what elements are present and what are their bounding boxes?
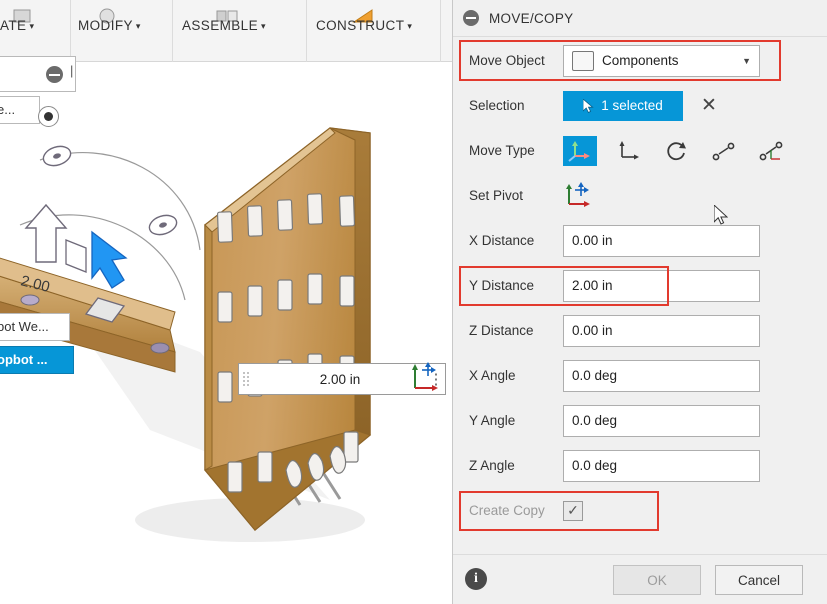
- canvas-distance-value[interactable]: 2.00 in: [253, 372, 427, 387]
- selection-button[interactable]: 1 selected: [563, 90, 683, 121]
- z-distance-input[interactable]: 0.00 in: [563, 314, 760, 347]
- row-selection[interactable]: Selection 1 selected ✕: [453, 83, 827, 128]
- x-distance-value: 0.00 in: [572, 233, 613, 248]
- z-angle-label: Z Angle: [469, 458, 515, 473]
- chevron-down-icon[interactable]: ▼: [742, 56, 751, 66]
- dialog-title: MOVE/COPY: [489, 10, 574, 26]
- cancel-button[interactable]: Cancel: [715, 565, 803, 595]
- y-angle-value: 0.0 deg: [572, 413, 618, 428]
- browser-item-bot-we[interactable]: bot We...: [0, 313, 70, 341]
- cursor-icon: [583, 98, 594, 113]
- ok-button-label: OK: [647, 572, 667, 588]
- move-type-point-to-point[interactable]: [707, 136, 741, 166]
- browser-item-opbot-selected[interactable]: opbot ...: [0, 346, 74, 374]
- row-x-distance[interactable]: X Distance 0.00 in: [453, 218, 827, 263]
- set-pivot-label: Set Pivot: [469, 188, 524, 203]
- clear-selection-icon[interactable]: ✕: [701, 96, 717, 115]
- y-distance-label: Y Distance: [469, 278, 535, 293]
- chevron-down-icon: ▾: [29, 20, 35, 31]
- toolbar-divider: [172, 0, 173, 62]
- row-move-object[interactable]: Move Object Components ▼: [453, 38, 827, 83]
- toolbar-divider: [440, 0, 441, 62]
- row-z-distance[interactable]: Z Distance 0.00 in: [453, 308, 827, 353]
- z-angle-input[interactable]: 0.0 deg: [563, 449, 760, 482]
- chevron-down-icon: ▾: [260, 20, 266, 31]
- toolbar-item-label: MODIFY: [78, 18, 133, 33]
- move-object-label: Move Object: [469, 53, 545, 68]
- cancel-button-label: Cancel: [737, 572, 781, 588]
- move-type-label: Move Type: [469, 143, 535, 158]
- 3d-viewport[interactable]: 2.00 ATE ▾ MODIFY ▾ ASSEMBLE ▾ CONSTRUCT…: [0, 0, 452, 604]
- x-angle-input[interactable]: 0.0 deg: [563, 359, 760, 392]
- toolbar-item-modify[interactable]: MODIFY ▾: [78, 18, 141, 33]
- browser-item-label: e...: [0, 102, 16, 117]
- row-create-copy[interactable]: Create Copy ✓: [453, 488, 827, 533]
- z-distance-value: 0.00 in: [572, 323, 613, 338]
- floating-toolbar-panel[interactable]: [0, 56, 76, 92]
- visibility-toggle-icon[interactable]: [38, 106, 59, 127]
- dialog-title-bar[interactable]: MOVE/COPY: [453, 0, 827, 37]
- move-type-translate-xyz[interactable]: [563, 135, 597, 166]
- y-angle-label: Y Angle: [469, 413, 516, 428]
- toolbar-item-label: ASSEMBLE: [182, 18, 258, 33]
- info-icon[interactable]: i: [465, 568, 487, 590]
- toolbar-item-create[interactable]: ATE ▾: [0, 18, 34, 33]
- row-set-pivot[interactable]: Set Pivot: [453, 173, 827, 218]
- row-y-distance[interactable]: Y Distance 2.00 in: [453, 263, 827, 308]
- create-copy-checkbox[interactable]: ✓: [563, 500, 583, 521]
- browser-item-component[interactable]: e...: [0, 96, 40, 124]
- toolbar-item-assemble[interactable]: ASSEMBLE ▾: [182, 18, 266, 33]
- chevron-down-icon: ▾: [407, 20, 413, 31]
- toolbar-item-label: CONSTRUCT: [316, 18, 405, 33]
- mouse-cursor: [714, 205, 728, 225]
- collapse-icon[interactable]: [463, 10, 479, 26]
- selection-label: Selection: [469, 98, 525, 113]
- drag-handle-icon[interactable]: [239, 364, 253, 394]
- browser-item-label: opbot ...: [0, 352, 48, 367]
- move-type-rotate[interactable]: [659, 136, 693, 166]
- row-y-angle[interactable]: Y Angle 0.0 deg: [453, 398, 827, 443]
- browser-item-label: bot We...: [0, 319, 49, 334]
- x-angle-value: 0.0 deg: [572, 368, 618, 383]
- set-pivot-icon[interactable]: [563, 181, 593, 210]
- ok-button[interactable]: OK: [613, 565, 701, 595]
- move-object-select[interactable]: Components ▼: [563, 44, 760, 77]
- toolbar-item-construct[interactable]: CONSTRUCT ▾: [316, 18, 412, 33]
- move-object-value: Components: [602, 53, 679, 68]
- row-z-angle[interactable]: Z Angle 0.0 deg: [453, 443, 827, 488]
- y-distance-value: 2.00 in: [572, 278, 613, 293]
- chevron-down-icon: ▾: [135, 20, 141, 31]
- row-move-type[interactable]: Move Type: [453, 128, 827, 173]
- z-distance-label: Z Distance: [469, 323, 534, 338]
- toolbar-divider: [306, 0, 307, 62]
- selection-count: 1 selected: [601, 98, 663, 113]
- toolbar-item-label: ATE: [0, 18, 27, 33]
- move-type-point-to-position[interactable]: [755, 136, 789, 166]
- z-angle-value: 0.0 deg: [572, 458, 618, 473]
- move-copy-dialog[interactable]: MOVE/COPY Move Object Components ▼ Selec…: [452, 0, 827, 604]
- set-pivot-icon-canvas[interactable]: [408, 362, 442, 396]
- x-distance-input[interactable]: 0.00 in: [563, 224, 760, 257]
- checkmark-icon: ✓: [567, 502, 579, 518]
- collapse-icon[interactable]: [46, 66, 63, 83]
- y-distance-input[interactable]: 2.00 in: [563, 269, 760, 302]
- panel-resize-handle[interactable]: |: [70, 63, 73, 78]
- ribbon-toolbar[interactable]: ATE ▾ MODIFY ▾ ASSEMBLE ▾ CONSTRUCT ▾: [0, 0, 452, 62]
- x-distance-label: X Distance: [469, 233, 535, 248]
- component-icon: [572, 50, 594, 71]
- row-x-angle[interactable]: X Angle 0.0 deg: [453, 353, 827, 398]
- x-angle-label: X Angle: [469, 368, 516, 383]
- create-copy-label: Create Copy: [469, 503, 545, 518]
- y-angle-input[interactable]: 0.0 deg: [563, 404, 760, 437]
- dialog-footer: i OK Cancel: [453, 554, 827, 604]
- move-type-translate-single-axis[interactable]: [611, 136, 645, 166]
- toolbar-divider: [70, 0, 71, 62]
